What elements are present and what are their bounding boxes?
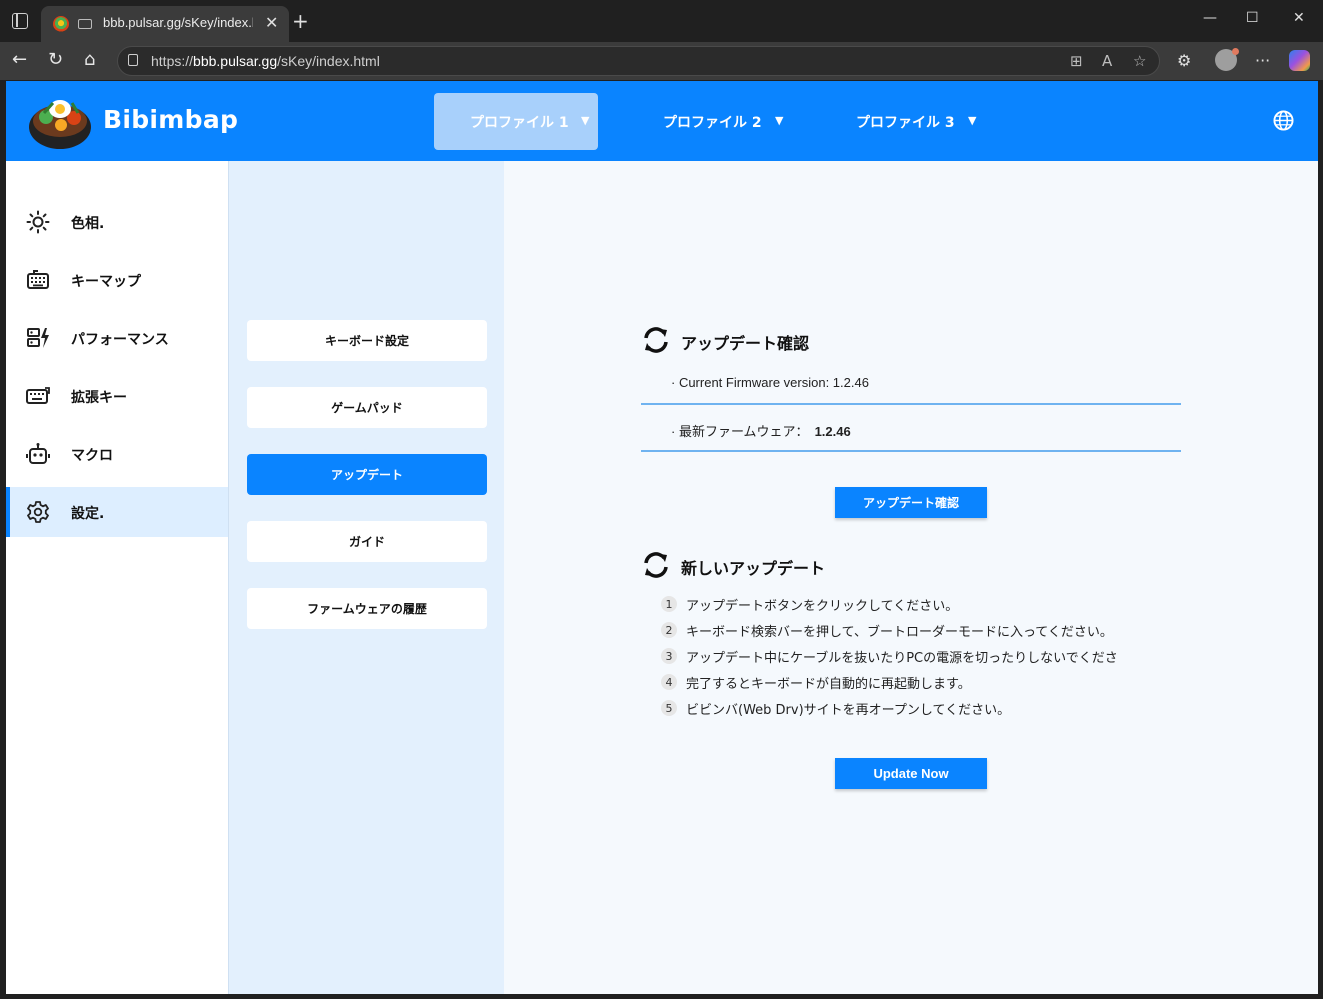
maximize-icon[interactable]: ☐ xyxy=(1246,10,1259,26)
extended-key-icon xyxy=(26,387,50,404)
subnav-gamepad[interactable]: ゲームパッド xyxy=(247,387,487,428)
tab-title: bbb.pulsar.gg/sKey/index.htr xyxy=(103,15,253,30)
browser-titlebar: bbb.pulsar.gg/sKey/index.htr ✕ + — ☐ ✕ xyxy=(0,0,1323,42)
refresh-icon[interactable]: ↻ xyxy=(48,50,63,70)
tab-profile-2-label: プロファイル 2 xyxy=(663,114,762,131)
sidebar-item-label: 色相. xyxy=(71,216,105,232)
window-close-icon[interactable]: ✕ xyxy=(1293,10,1305,26)
read-aloud-icon[interactable]: A xyxy=(1102,52,1112,70)
robot-icon xyxy=(26,443,50,464)
sidebar-item-macro[interactable]: マクロ xyxy=(6,429,228,479)
new-tab-icon[interactable]: + xyxy=(292,9,309,33)
step-text: アップデートボタンをクリックしてください。 xyxy=(686,598,959,614)
keyboard-icon xyxy=(78,19,92,29)
chevron-down-icon: ▼ xyxy=(775,114,784,127)
more-menu-icon[interactable]: ··· xyxy=(1255,51,1270,70)
sync-icon xyxy=(644,552,668,578)
sidebar-item-label: 拡張キー xyxy=(71,390,127,406)
tab-profile-1[interactable]: プロファイル 1 ▼ xyxy=(434,93,598,150)
subnav-keyboard-settings[interactable]: キーボード設定 xyxy=(247,320,487,361)
sidebar-item-settings[interactable]: 設定. xyxy=(6,487,228,537)
sync-icon xyxy=(644,327,668,353)
tab-profile-3[interactable]: プロファイル 3 ▼ xyxy=(820,93,984,150)
step-number: 4 xyxy=(661,674,677,690)
minimize-icon[interactable]: — xyxy=(1203,10,1217,26)
home-icon[interactable]: ⌂ xyxy=(84,50,95,70)
list-item: 3 アップデート中にケーブルを抜いたりPCの電源を切ったりしないでくださ xyxy=(661,646,1118,666)
list-item: 5 ビビンバ(Web Drv)サイトを再オープンしてください。 xyxy=(661,698,1010,718)
extensions-icon[interactable]: ⚙ xyxy=(1177,51,1191,70)
step-text: キーボード検索バーを押して、ブートローダーモードに入ってください。 xyxy=(686,624,1113,640)
latest-firmware-version: · 最新ファームウェア： 1.2.46 xyxy=(671,421,851,440)
subnav-firmware-history[interactable]: ファームウェアの履歴 xyxy=(247,588,487,629)
chevron-down-icon: ▼ xyxy=(581,114,590,127)
sidebar-item-performance[interactable]: パフォーマンス xyxy=(6,313,228,363)
gear-icon xyxy=(27,501,49,523)
browser-toolbar: ← ↻ ⌂ https://bbb.pulsar.gg/sKey/index.h… xyxy=(0,42,1323,80)
site-favicon-icon xyxy=(53,16,69,32)
step-text: アップデート中にケーブルを抜いたりPCの電源を切ったりしないでくださ xyxy=(686,650,1118,666)
update-panel: アップデート確認 · Current Firmware version: 1.2… xyxy=(504,161,1318,994)
keyboard-icon xyxy=(27,270,49,289)
url-text[interactable]: https://bbb.pulsar.gg/sKey/index.html xyxy=(151,53,380,69)
profile-avatar[interactable] xyxy=(1215,48,1239,71)
step-text: ビビンバ(Web Drv)サイトを再オープンしてください。 xyxy=(686,702,1011,718)
latest-firmware-value: 1.2.46 xyxy=(814,424,851,439)
list-item: 2 キーボード検索バーを押して、ブートローダーモードに入ってください。 xyxy=(661,620,1113,640)
sidebar: 色相. キーマップ パフォーマンス 拡張キー マクロ 設定. xyxy=(6,161,228,994)
tab-profile-3-label: プロファイル 3 xyxy=(856,114,955,131)
performance-icon xyxy=(27,328,49,348)
sidebar-item-keymap[interactable]: キーマップ xyxy=(6,255,228,305)
bibimbap-logo-icon xyxy=(29,100,91,149)
step-number: 2 xyxy=(661,622,677,638)
app-available-icon[interactable]: ⊞ xyxy=(1070,52,1083,70)
copilot-icon[interactable] xyxy=(1289,50,1310,71)
sidebar-item-label: マクロ xyxy=(71,448,113,464)
update-now-button[interactable]: Update Now xyxy=(835,758,987,789)
settings-subnav: キーボード設定 ゲームパッド アップデート ガイド ファームウェアの履歴 xyxy=(228,161,504,994)
list-item: 4 完了するとキーボードが自動的に再起動します。 xyxy=(661,672,971,692)
current-firmware-version: · Current Firmware version: 1.2.46 xyxy=(671,375,869,390)
step-number: 5 xyxy=(661,700,677,716)
list-item: 1 アップデートボタンをクリックしてください。 xyxy=(661,594,958,614)
close-tab-icon[interactable]: ✕ xyxy=(265,13,278,33)
step-text: 完了するとキーボードが自動的に再起動します。 xyxy=(686,676,971,692)
new-update-title: 新しいアップデート xyxy=(681,559,826,578)
brand-name: Bibimbap xyxy=(103,105,239,134)
step-number: 1 xyxy=(661,596,677,612)
lock-icon[interactable] xyxy=(128,54,138,66)
browser-tab[interactable]: bbb.pulsar.gg/sKey/index.htr ✕ xyxy=(41,6,289,42)
address-bar[interactable]: https://bbb.pulsar.gg/sKey/index.html ⊞ … xyxy=(117,46,1160,76)
check-update-button[interactable]: アップデート確認 xyxy=(835,487,987,518)
divider xyxy=(641,450,1181,452)
language-globe-icon[interactable] xyxy=(1273,110,1294,131)
step-number: 3 xyxy=(661,648,677,664)
sidebar-item-hue[interactable]: 色相. xyxy=(6,197,228,247)
sun-icon xyxy=(26,210,50,234)
subnav-guide[interactable]: ガイド xyxy=(247,521,487,562)
page-viewport: Bibimbap プロファイル 1 ▼ プロファイル 2 ▼ プロファイル 3 … xyxy=(6,81,1318,994)
tab-profile-2[interactable]: プロファイル 2 ▼ xyxy=(627,93,791,150)
subnav-update[interactable]: アップデート xyxy=(247,454,487,495)
sidebar-item-label: 設定. xyxy=(71,506,105,522)
sidebar-item-extended-keys[interactable]: 拡張キー xyxy=(6,371,228,421)
update-check-title: アップデート確認 xyxy=(681,334,810,353)
sidebar-item-label: パフォーマンス xyxy=(71,332,169,348)
divider xyxy=(641,403,1181,405)
chevron-down-icon: ▼ xyxy=(968,114,977,127)
tab-actions-icon[interactable] xyxy=(12,13,28,29)
latest-firmware-label: · 最新ファームウェア： xyxy=(671,424,809,439)
sidebar-item-label: キーマップ xyxy=(71,274,141,290)
app-header: Bibimbap プロファイル 1 ▼ プロファイル 2 ▼ プロファイル 3 … xyxy=(6,81,1318,161)
favorite-star-icon[interactable]: ☆ xyxy=(1133,52,1146,70)
tab-profile-1-label: プロファイル 1 xyxy=(470,114,569,131)
back-icon[interactable]: ← xyxy=(12,50,27,70)
